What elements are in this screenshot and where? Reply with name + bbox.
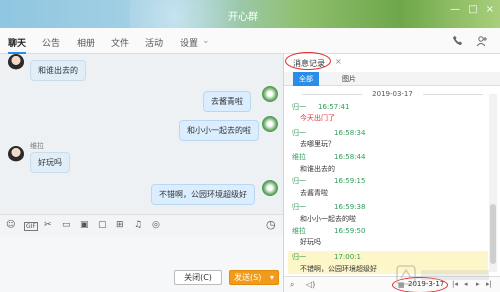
search-icon[interactable]: ⌕ [290,280,294,290]
history-title: 消息记录 [293,59,325,68]
window-controls: — □ × [450,4,494,15]
message-bubble: 不错啊，公园环境超级好 [151,184,255,205]
history-entry-header: 维拉 16:58:44 [292,153,366,161]
bell-icon[interactable]: ♫ [134,220,142,230]
history-tabs: 全部 图片 [284,72,500,86]
message-bubble: 和谁出去的 [30,60,86,81]
tab-files[interactable]: 文件 [111,36,129,49]
gif-icon[interactable]: GIF [24,222,38,231]
send-dropdown-icon[interactable]: ▾ [270,273,274,282]
history-header: 消息记录 × [284,52,500,72]
avatar[interactable] [262,180,278,196]
send-label: 发送(S) [234,273,262,282]
tab-activity[interactable]: 活动 [145,36,163,49]
close-window-button[interactable]: × [486,4,494,15]
close-button[interactable]: 关闭(C) [174,270,222,285]
history-entry-text: 不错啊，公园环境超级好 [300,265,377,273]
history-entry-header: 维拉 16:59:50 [292,227,366,235]
history-entry-text: 今天出门了 [300,114,335,122]
avatar[interactable] [8,54,24,70]
audio-icon[interactable]: ◁) [306,280,315,289]
chevron-down-icon[interactable]: ⌄ [202,36,210,46]
sender-name: 维拉 [30,142,44,150]
history-entry-header: 归一 16:59:38 [292,203,366,211]
history-entry-text: 和谁出去的 [300,165,335,173]
screen-icon[interactable]: ▢ [98,220,107,230]
send-button[interactable]: 发送(S) ▾ [229,270,279,285]
tab-album[interactable]: 相册 [77,36,95,49]
history-entry-header: 归一 16:58:34 [292,129,366,137]
history-entry-text: 好玩吗 [300,238,321,246]
tab-settings[interactable]: 设置 [180,36,198,49]
phone-icon[interactable] [452,35,463,49]
more-icon[interactable]: ◎ [152,220,160,230]
image-icon[interactable]: ▣ [80,220,89,230]
message-history-panel: 消息记录 × 全部 图片 2019-03-17 归一 16:57:41 今天出门了… [283,52,500,292]
message-bubble: 去酱青啦 [203,91,251,112]
avatar[interactable] [262,86,278,102]
avatar[interactable] [262,116,278,132]
watermark-logo [396,265,489,285]
clock-icon[interactable]: ◷ [266,218,276,231]
avatar[interactable] [8,146,24,162]
history-entry-header: 归一 17:00:1 [292,253,361,261]
message-bubble: 好玩吗 [30,152,70,173]
tab-all[interactable]: 全部 [293,72,319,86]
close-icon[interactable]: × [335,57,342,66]
tab-announcement[interactable]: 公告 [42,36,60,49]
maximize-button[interactable]: □ [468,4,477,15]
gift-icon[interactable]: ⊞ [116,220,124,230]
history-entry-text: 去哪里玩？ [300,140,335,148]
minimize-button[interactable]: — [450,4,460,15]
history-entry-text: 和小小一起去的啦 [300,215,356,223]
tab-images[interactable]: 图片 [336,72,362,86]
folder-icon[interactable]: ▭ [62,220,71,230]
history-entry-header: 归一 16:57:41 [292,103,350,111]
scrollbar-thumb[interactable] [490,204,496,264]
message-bubble: 和小小一起去的啦 [179,120,259,141]
nav-bar: 聊天 公告 相册 文件 活动 设置 ⌄ [0,28,500,54]
input-toolbar: ☺ GIF ✂ ▭ ▣ ▢ ⊞ ♫ ◎ ◷ [0,214,283,236]
title-bar: 开心群 — □ × [0,0,500,28]
history-entry-text: 去酱青啦 [300,189,328,197]
chat-area: 和谁出去的 去酱青啦 和小小一起去的啦 维拉 好玩吗 不错啊，公园环境超级好 [0,54,283,214]
scissors-icon[interactable]: ✂ [44,220,52,230]
tab-chat[interactable]: 聊天 [8,36,27,54]
date-separator: 2019-03-17 [284,90,500,98]
emoji-icon[interactable]: ☺ [6,220,15,230]
window-title: 开心群 [228,12,258,23]
history-entry-header: 归一 16:59:15 [292,177,366,185]
add-member-icon[interactable] [476,35,488,50]
